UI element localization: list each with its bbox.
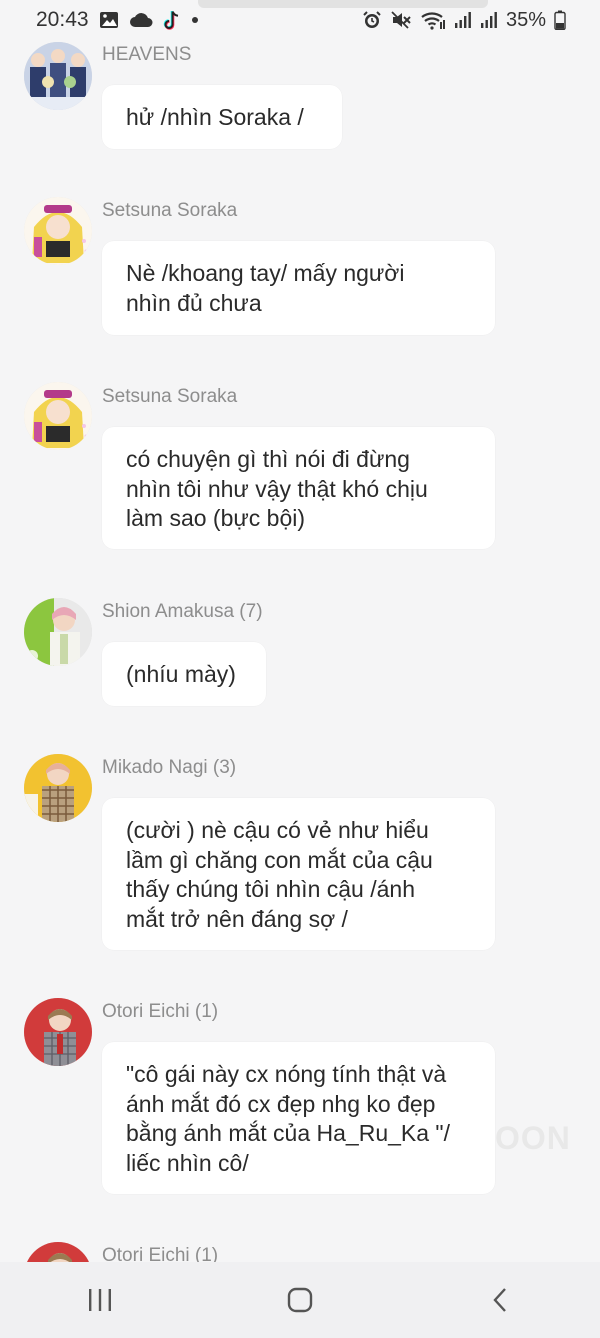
message-bubble[interactable]: có chuyện gì thì nói đi đừng nhìn tôi nh… — [102, 427, 495, 549]
status-bar: 20:43 35% — [0, 0, 600, 40]
sender-name: Setsuna Soraka — [102, 386, 238, 407]
status-time: 20:43 — [36, 8, 89, 31]
avatar[interactable] — [24, 598, 92, 666]
message-bubble[interactable]: (cười ) nè cậu có vẻ như hiểu lầm gì chă… — [102, 798, 495, 950]
dot-icon — [191, 16, 199, 24]
home-icon[interactable] — [270, 1270, 330, 1330]
sender-name: Mikado Nagi (3) — [102, 757, 237, 778]
navigation-bar — [0, 1262, 600, 1338]
back-icon[interactable] — [470, 1270, 530, 1330]
tiktok-icon — [163, 9, 181, 31]
wifi-icon — [420, 10, 446, 30]
message-bubble[interactable]: (nhíu mày) — [102, 642, 266, 706]
message-bubble[interactable]: hử /nhìn Soraka / — [102, 85, 342, 149]
sender-name: Shion Amakusa (7) — [102, 601, 263, 622]
sender-name: Setsuna Soraka — [102, 200, 238, 221]
avatar[interactable] — [24, 382, 92, 450]
alarm-icon — [362, 10, 382, 30]
sender-name: Otori Eichi (1) — [102, 1001, 219, 1022]
recent-apps-icon[interactable] — [70, 1270, 130, 1330]
avatar[interactable] — [24, 42, 92, 110]
message-bubble[interactable]: "cô gái này cx nóng tính thật và ánh mắt… — [102, 1042, 495, 1194]
watermark: OON — [495, 1120, 571, 1156]
signal-icon — [480, 11, 498, 29]
sender-name: HEAVENS — [102, 44, 192, 65]
avatar[interactable] — [24, 754, 92, 822]
image-icon — [99, 11, 119, 29]
cloud-icon — [129, 12, 153, 28]
battery-icon — [554, 10, 566, 30]
message-bubble[interactable]: Nè /khoang tay/ mấy người nhìn đủ chưa — [102, 241, 495, 335]
signal-icon — [454, 11, 472, 29]
mute-icon — [390, 10, 412, 30]
battery-percent: 35% — [505, 8, 546, 31]
chat-screen: 20:43 35% HEAVENS hử /nhìn Soraka / Sets… — [0, 0, 600, 1338]
avatar[interactable] — [24, 197, 92, 265]
avatar[interactable] — [24, 998, 92, 1066]
